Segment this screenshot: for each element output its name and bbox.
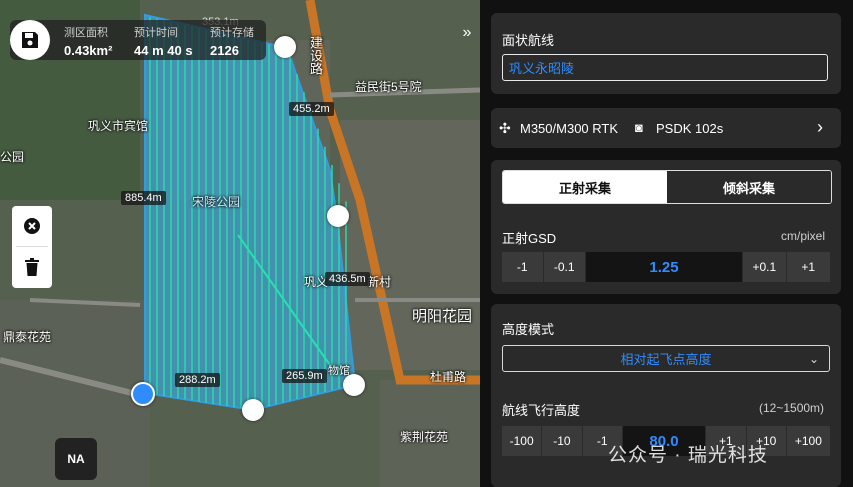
gsd-label: 正射GSD [502, 231, 557, 246]
survey-area-polygon[interactable] [0, 0, 480, 487]
close-circle-icon [24, 218, 40, 234]
gsd-unit: cm/pixel [781, 229, 826, 243]
edge-length-label: 436.5m [325, 272, 370, 286]
altitude-plus-100-button[interactable]: +100 [786, 426, 830, 456]
altitude-minus-100-button[interactable]: -100 [502, 426, 543, 456]
edit-tool-panel [12, 206, 52, 288]
map-view[interactable]: 建设路 益民街5号院 巩义市宾馆 公园 宋陵公园 巩义 新村 明阳花园 鼎泰花苑… [0, 0, 480, 487]
stat-storage-label: 预计存储 [210, 27, 254, 39]
aircraft-model: M350/M300 RTK [520, 121, 619, 136]
camera-icon: ◙ [635, 120, 643, 135]
tab-orthophoto[interactable]: 正射采集 [503, 171, 667, 203]
vertex-handle[interactable] [274, 36, 296, 58]
clear-button[interactable] [12, 206, 52, 246]
collapse-panel-button[interactable]: » [456, 20, 478, 46]
map-label-dufu-road: 杜甫路 [430, 370, 467, 384]
edge-length-label: 265.9m [282, 369, 327, 383]
gsd-value[interactable]: 1.25 [585, 252, 744, 282]
altitude-range: (12~1500m) [759, 401, 825, 415]
map-label-mingyang-garden: 明阳花园 [412, 308, 473, 325]
vertex-handle[interactable] [242, 399, 264, 421]
edge-length-label: 455.2m [289, 102, 334, 116]
stat-area: 测区面积 0.43km² [64, 24, 112, 58]
gsd-plus-0.1-button[interactable]: +0.1 [743, 252, 787, 282]
tab-oblique[interactable]: 倾斜采集 [667, 171, 831, 203]
watermark-text: 公众号 · 瑞光科技 [608, 445, 768, 466]
capture-mode-tabs: 正射采集 倾斜采集 [502, 170, 832, 204]
map-label-dingtai-garden: 鼎泰花苑 [3, 330, 52, 344]
capture-card: 正射采集 倾斜采集 正射GSD cm/pixel -1 -0.1 1.25 +0… [491, 160, 841, 294]
save-button[interactable] [10, 20, 50, 60]
route-type-title: 面状航线 [502, 33, 555, 48]
camera-model: PSDK 102s [656, 121, 724, 136]
gsd-minus-1-button[interactable]: -1 [502, 252, 544, 282]
stat-storage: 预计存储 2126 [210, 24, 254, 58]
stat-area-value: 0.43km² [64, 43, 113, 58]
drone-icon: ✣ [499, 120, 511, 136]
map-label-yimin-street: 益民街5号院 [355, 80, 422, 94]
stat-area-label: 测区面积 [64, 27, 108, 39]
map-label-xincun: 新村 [367, 275, 392, 289]
stat-time-label: 预计时间 [134, 27, 178, 39]
route-name-input[interactable]: 巩义永昭陵 [502, 54, 828, 81]
gsd-plus-1-button[interactable]: +1 [786, 252, 830, 282]
map-label-gongyi-hotel: 巩义市宾馆 [88, 119, 149, 133]
aircraft-camera-row[interactable]: ✣ M350/M300 RTK ◙ PSDK 102s › [491, 108, 841, 148]
altitude-label: 航线飞行高度 [502, 403, 581, 418]
height-mode-value: 相对起飞点高度 [620, 352, 712, 367]
chevron-right-icon: › [817, 117, 823, 137]
map-label-songling-park: 宋陵公园 [192, 195, 241, 209]
gsd-stepper: -1 -0.1 1.25 +0.1 +1 [502, 252, 830, 282]
vertex-handle[interactable] [327, 205, 349, 227]
save-icon [22, 32, 38, 48]
settings-panel: 面状航线 巩义永昭陵 ✣ M350/M300 RTK ◙ PSDK 102s ›… [480, 0, 853, 487]
na-button[interactable]: NA [55, 438, 97, 480]
stat-time: 预计时间 44 m 40 s [134, 24, 193, 58]
map-label-park: 公园 [0, 150, 25, 164]
height-mode-dropdown[interactable]: 相对起飞点高度 ⌄ [502, 345, 830, 372]
map-label-zijing-garden: 紫荆花苑 [400, 430, 449, 444]
stat-storage-value: 2126 [210, 43, 239, 58]
vertex-handle[interactable] [343, 374, 365, 396]
edge-length-label: 885.4m [121, 191, 166, 205]
gsd-minus-0.1-button[interactable]: -0.1 [543, 252, 586, 282]
stat-time-value: 44 m 40 s [134, 43, 193, 58]
height-mode-label: 高度模式 [502, 322, 555, 337]
route-card: 面状航线 巩义永昭陵 [491, 13, 841, 94]
map-label-jianshe-road: 建设路 [308, 36, 323, 75]
delete-button[interactable] [12, 247, 52, 287]
start-point-handle[interactable] [131, 382, 155, 406]
trash-icon [25, 258, 39, 276]
altitude-minus-10-button[interactable]: -10 [542, 426, 583, 456]
edge-length-label: 288.2m [175, 373, 220, 387]
double-chevron-right-icon: » [462, 24, 472, 41]
chevron-down-icon: ⌄ [808, 351, 819, 366]
